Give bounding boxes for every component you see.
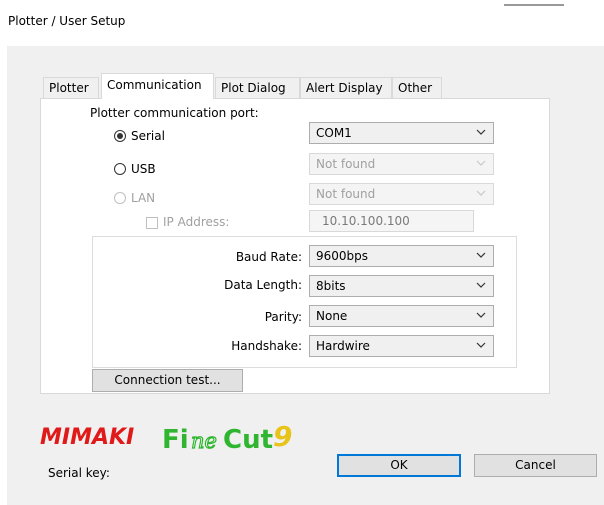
- chevron-down-icon: [476, 312, 486, 318]
- lan-port-value: Not found: [316, 187, 376, 201]
- lan-radio: [114, 192, 126, 204]
- handshake-label: Handshake:: [231, 339, 302, 353]
- logo-product-b: ne: [191, 429, 217, 453]
- serial-port-value: COM1: [316, 126, 352, 140]
- logo-product-c: Cut: [223, 425, 273, 454]
- chevron-down-icon: [476, 282, 486, 288]
- chevron-down-icon: [476, 129, 486, 135]
- lan-port-select: Not found: [309, 183, 494, 205]
- parity-label: Parity:: [264, 310, 302, 324]
- cancel-button[interactable]: Cancel: [474, 454, 597, 477]
- tab-plot-dialog[interactable]: Plot Dialog: [215, 77, 300, 98]
- window-title: Plotter / User Setup: [8, 14, 126, 28]
- serial-label[interactable]: Serial: [131, 129, 165, 143]
- parity-value: None: [316, 309, 348, 323]
- data-length-value: 8bits: [316, 279, 346, 293]
- mimaki-finecut-logo: MIMAKI Fi ne Cut 9: [40, 420, 292, 454]
- handshake-value: Hardwire: [316, 339, 370, 353]
- window-left-border: [0, 46, 7, 505]
- tab-label: Other: [398, 81, 433, 95]
- tab-label: Plotter: [49, 81, 89, 95]
- handshake-select[interactable]: Hardwire: [309, 335, 494, 357]
- tab-label: Alert Display: [306, 81, 383, 95]
- chevron-down-icon: [476, 190, 486, 196]
- title-bar: Plotter / User Setup: [0, 0, 604, 46]
- baud-rate-label: Baud Rate:: [235, 250, 302, 264]
- ip-address-checkbox: [146, 217, 158, 229]
- usb-label[interactable]: USB: [131, 162, 156, 176]
- tab-alert-display[interactable]: Alert Display: [300, 77, 392, 98]
- ip-address-field: 10.10.100.100: [309, 210, 474, 232]
- data-length-label: Data Length:: [224, 278, 302, 292]
- logo-product-a: Fi: [162, 425, 189, 454]
- serial-radio[interactable]: [114, 130, 126, 142]
- tab-other[interactable]: Other: [392, 77, 442, 98]
- window-edge-shadow: [504, 4, 564, 6]
- chevron-down-icon: [476, 252, 486, 258]
- lan-label: LAN: [131, 191, 156, 205]
- ip-address-value: 10.10.100.100: [322, 214, 410, 228]
- usb-port-value: Not found: [316, 157, 376, 171]
- ok-button[interactable]: OK: [337, 454, 461, 477]
- tab-label: Communication: [107, 78, 202, 92]
- port-heading: Plotter communication port:: [90, 106, 259, 120]
- chevron-down-icon: [476, 160, 486, 166]
- serial-key-label: Serial key:: [48, 466, 110, 480]
- connection-test-button[interactable]: Connection test...: [92, 369, 243, 392]
- setup-dialog: Plotter / User Setup Plotter Communicati…: [0, 0, 604, 505]
- tab-communication[interactable]: Communication: [101, 73, 214, 99]
- baud-rate-select[interactable]: 9600bps: [309, 245, 494, 267]
- logo-version: 9: [273, 420, 292, 453]
- baud-rate-value: 9600bps: [316, 249, 369, 263]
- usb-port-select: Not found: [309, 153, 494, 175]
- ip-address-label: IP Address:: [163, 215, 230, 229]
- data-length-select[interactable]: 8bits: [309, 275, 494, 297]
- parity-select[interactable]: None: [309, 305, 494, 327]
- tab-label: Plot Dialog: [221, 81, 286, 95]
- chevron-down-icon: [476, 342, 486, 348]
- serial-port-select[interactable]: COM1: [309, 122, 494, 144]
- logo-brand: MIMAKI: [40, 425, 134, 450]
- usb-radio[interactable]: [114, 163, 126, 175]
- tab-plotter[interactable]: Plotter: [43, 77, 99, 98]
